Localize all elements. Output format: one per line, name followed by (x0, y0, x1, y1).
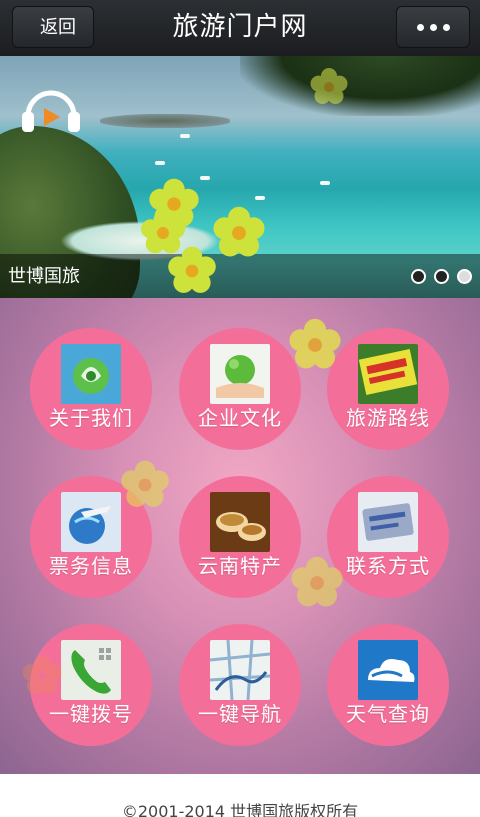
banner-slideshow[interactable]: 世博国旅 (0, 56, 480, 298)
flower-decoration-icon (289, 318, 341, 369)
flower-decoration-icon (22, 656, 62, 694)
flower-decoration-icon (291, 556, 343, 607)
flower-decoration-icon (168, 246, 216, 293)
menu-item-route[interactable]: 旅游路线 (327, 328, 449, 450)
about-logo-icon (61, 344, 121, 404)
top-nav-bar: 返回 旅游门户网 (0, 0, 480, 56)
banner-boat (180, 134, 190, 138)
banner-dot-2[interactable] (434, 269, 449, 284)
menu-item-specialty[interactable]: 云南特产 (179, 476, 301, 598)
menu-item-label: 关于我们 (49, 406, 133, 430)
page-title: 旅游门户网 (172, 12, 308, 42)
footer-copyright: ©2001-2014 世博国旅版权所有 (0, 774, 480, 817)
menu-item-weather[interactable]: 天气查询 (327, 624, 449, 746)
banner-boat (320, 181, 330, 185)
more-dot (442, 23, 450, 31)
flower-decoration-icon (121, 460, 169, 507)
menu-item-label: 一键导航 (198, 702, 282, 726)
banner-tree (240, 56, 480, 116)
travel-route-icon (358, 344, 418, 404)
hands-globe-icon (210, 344, 270, 404)
banner-pagination (411, 269, 472, 284)
tea-cups-icon (210, 492, 270, 552)
banner-boat (255, 196, 265, 200)
banner-island (100, 114, 230, 128)
banner-caption: 世博国旅 (8, 266, 80, 287)
flower-decoration-icon (310, 68, 348, 104)
menu-grid: 关于我们 企业文化 旅游路线 票务信息 云南特产 联系方式 一键拨号 一键导航 … (0, 298, 480, 774)
menu-item-about[interactable]: 关于我们 (30, 328, 152, 450)
menu-item-label: 企业文化 (198, 406, 282, 430)
phone-icon (61, 640, 121, 700)
menu-item-label: 天气查询 (346, 702, 430, 726)
more-button[interactable] (396, 6, 470, 48)
menu-item-label: 旅游路线 (346, 406, 430, 430)
menu-item-navigate[interactable]: 一键导航 (179, 624, 301, 746)
menu-item-label: 云南特产 (198, 554, 282, 578)
more-dot (429, 23, 437, 31)
airplane-globe-icon (61, 492, 121, 552)
contact-card-icon (358, 492, 418, 552)
weather-icon (358, 640, 418, 700)
headphones-play-icon[interactable] (20, 86, 82, 134)
menu-item-culture[interactable]: 企业文化 (179, 328, 301, 450)
menu-item-label: 票务信息 (49, 554, 133, 578)
banner-dot-1[interactable] (411, 269, 426, 284)
map-icon (210, 640, 270, 700)
banner-dot-3[interactable] (457, 269, 472, 284)
menu-item-label: 一键拨号 (49, 702, 133, 726)
banner-boat (155, 161, 165, 165)
back-button[interactable]: 返回 (12, 6, 94, 48)
more-dots-icon (416, 23, 424, 31)
